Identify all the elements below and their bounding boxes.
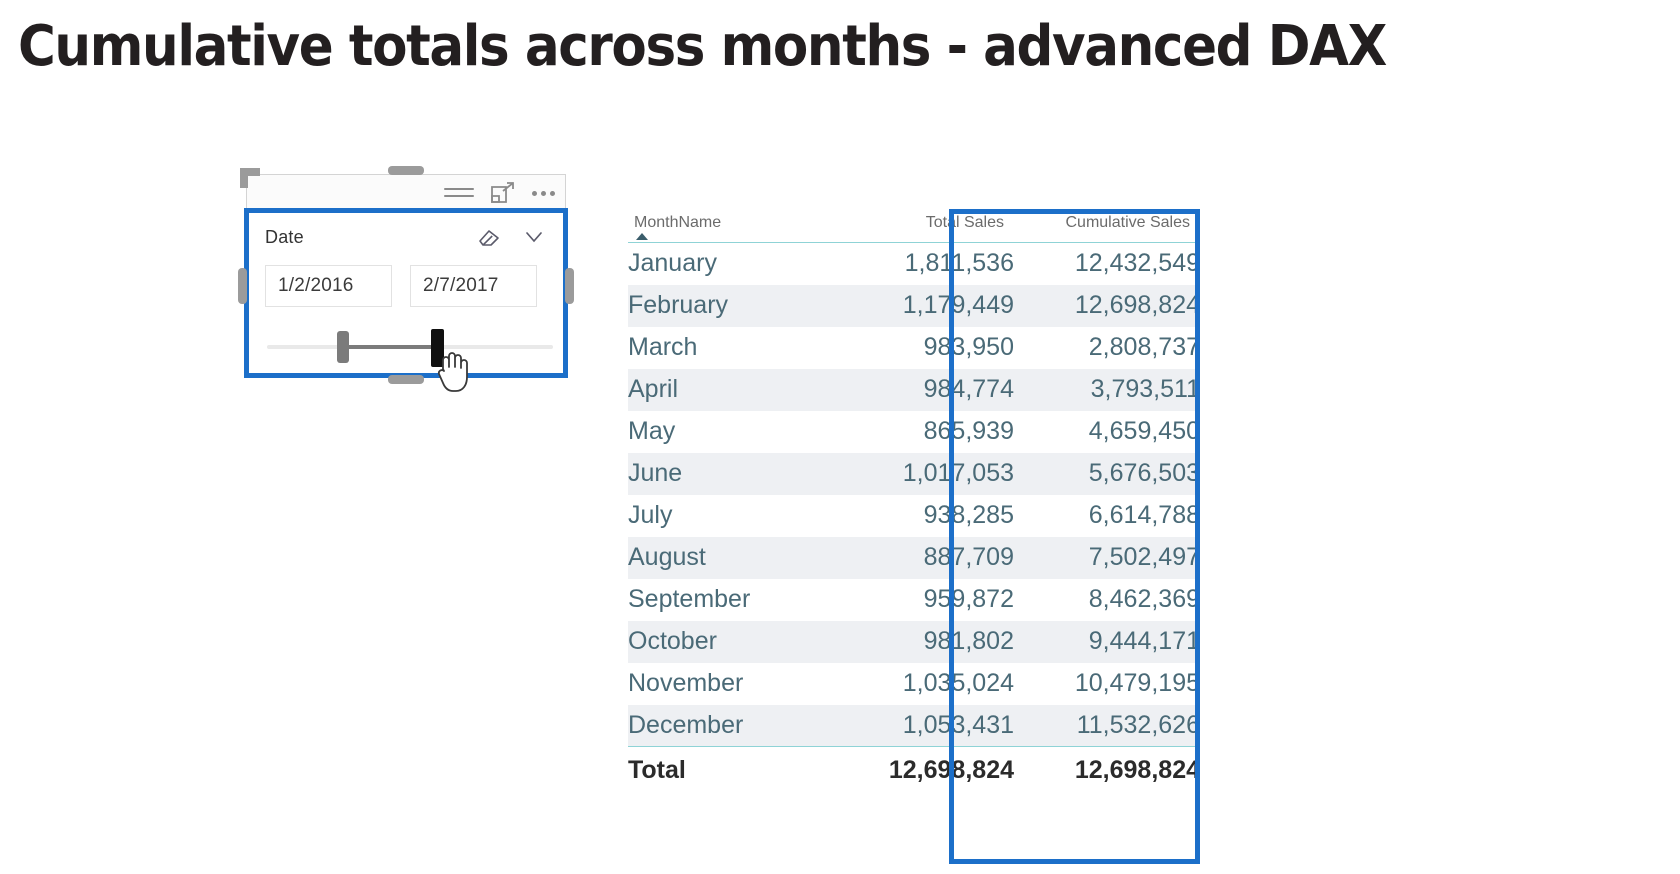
filter-icon[interactable] bbox=[444, 184, 474, 202]
date-slicer-visual[interactable]: Date 1/2/2016 2/7/2017 bbox=[238, 166, 574, 392]
table-row[interactable]: February 1,179,449 12,698,824 bbox=[628, 284, 1200, 327]
cell-total-sales: 984,774 bbox=[814, 368, 1014, 411]
table-row[interactable]: January 1,811,536 12,432,549 bbox=[628, 243, 1200, 285]
slider-handle-start[interactable] bbox=[337, 331, 349, 363]
cumulative-sales-table[interactable]: MonthName Total Sales Cumulative Sales J… bbox=[628, 209, 1200, 874]
cell-cumulative-sales: 4,659,450 bbox=[1088, 417, 1200, 445]
total-row-total-sales: 12,698,824 bbox=[814, 746, 1014, 795]
cell-total-sales: 1,053,431 bbox=[814, 704, 1014, 747]
cell-cumulative-sales: 6,614,788 bbox=[1088, 501, 1200, 529]
table-row[interactable]: July 938,285 6,614,788 bbox=[628, 495, 1200, 537]
cell-month: July bbox=[628, 501, 673, 529]
screenshot-canvas: Cumulative totals across months - advanc… bbox=[0, 0, 1680, 874]
table-body: January 1,811,536 12,432,549 February 1,179,… bbox=[628, 243, 1200, 747]
cell-cumulative-sales: 12,432,549 bbox=[1074, 249, 1200, 278]
cell-cumulative-sales: 8,462,369 bbox=[1088, 585, 1200, 613]
cell-cumulative-sales: 9,444,171 bbox=[1014, 620, 1200, 663]
slicer-header: Date bbox=[265, 227, 551, 255]
chevron-down-icon[interactable] bbox=[523, 226, 545, 248]
cell-cumulative-sales: 2,808,737 bbox=[1088, 333, 1200, 361]
table-row[interactable]: December 1,053,431 11,532,626 bbox=[628, 704, 1200, 747]
visual-header-icons bbox=[444, 179, 557, 207]
end-date-input[interactable]: 2/7/2017 bbox=[410, 265, 537, 307]
cell-month: November bbox=[628, 669, 744, 697]
selection-handle-bottom[interactable] bbox=[388, 375, 424, 384]
cell-month: August bbox=[628, 536, 814, 579]
slicer-body[interactable]: Date 1/2/2016 2/7/2017 bbox=[244, 208, 568, 392]
cell-month: February bbox=[628, 284, 814, 327]
table-row[interactable]: March 983,950 2,808,737 bbox=[628, 327, 1200, 369]
cell-cumulative-sales: 5,676,503 bbox=[1014, 452, 1200, 495]
table-row[interactable]: June 1,017,053 5,676,503 bbox=[628, 452, 1200, 495]
table-row[interactable]: October 981,802 9,444,171 bbox=[628, 620, 1200, 663]
cell-cumulative-sales: 3,793,511 bbox=[1014, 368, 1200, 411]
cell-month: December bbox=[628, 704, 814, 747]
cell-month: March bbox=[628, 333, 698, 361]
selection-handle-right[interactable] bbox=[565, 268, 574, 304]
focus-mode-icon[interactable] bbox=[490, 181, 516, 205]
page-title: Cumulative totals across months - advanc… bbox=[18, 14, 1387, 79]
cell-total-sales: 887,709 bbox=[814, 536, 1014, 579]
date-range-slider[interactable] bbox=[267, 325, 553, 392]
total-row-label: Total bbox=[628, 746, 814, 795]
visual-header-bar bbox=[246, 174, 566, 210]
cell-total-sales: 983,950 bbox=[923, 333, 1014, 361]
column-header-monthname[interactable]: MonthName bbox=[628, 210, 814, 243]
cell-total-sales: 981,802 bbox=[814, 620, 1014, 663]
cell-total-sales: 938,285 bbox=[923, 501, 1014, 529]
cell-total-sales: 959,872 bbox=[923, 585, 1014, 613]
cell-month: May bbox=[628, 417, 676, 445]
cell-month: June bbox=[628, 452, 814, 495]
cell-cumulative-sales: 12,698,824 bbox=[1014, 284, 1200, 327]
hand-pointer-cursor bbox=[435, 347, 475, 395]
column-header-monthname-label: MonthName bbox=[634, 214, 722, 231]
cell-cumulative-sales: 11,532,626 bbox=[1014, 704, 1200, 747]
cell-total-sales: 865,939 bbox=[923, 417, 1014, 445]
cell-month: April bbox=[628, 368, 814, 411]
column-header-cumulative-sales[interactable]: Cumulative Sales bbox=[1014, 210, 1200, 243]
slicer-field-label: Date bbox=[265, 227, 304, 247]
start-date-input[interactable]: 1/2/2016 bbox=[265, 265, 392, 307]
table-total-row: Total 12,698,824 12,698,824 bbox=[628, 746, 1200, 795]
cell-month: September bbox=[628, 585, 751, 613]
cell-cumulative-sales: 10,479,195 bbox=[1074, 669, 1200, 697]
selection-handle-left[interactable] bbox=[238, 268, 247, 304]
cell-total-sales: 1,035,024 bbox=[902, 669, 1014, 697]
cell-total-sales: 1,811,536 bbox=[904, 249, 1014, 278]
table-header-row: MonthName Total Sales Cumulative Sales bbox=[628, 210, 1200, 243]
table-row[interactable]: November 1,035,024 10,479,195 bbox=[628, 663, 1200, 705]
table-row[interactable]: August 887,709 7,502,497 bbox=[628, 536, 1200, 579]
slicer-date-inputs[interactable]: 1/2/2016 2/7/2017 bbox=[265, 265, 537, 307]
more-options-icon[interactable] bbox=[532, 190, 557, 196]
table-row[interactable]: May 865,939 4,659,450 bbox=[628, 411, 1200, 453]
cell-total-sales: 1,017,053 bbox=[814, 452, 1014, 495]
sort-ascending-icon bbox=[636, 233, 648, 240]
cell-cumulative-sales: 7,502,497 bbox=[1014, 536, 1200, 579]
eraser-clear-filter-icon[interactable] bbox=[477, 225, 501, 249]
total-row-cumulative-sales: 12,698,824 bbox=[1014, 746, 1200, 795]
cell-total-sales: 1,179,449 bbox=[814, 284, 1014, 327]
cell-month: October bbox=[628, 620, 814, 663]
slider-selected-range bbox=[345, 345, 437, 349]
table-row[interactable]: September 959,872 8,462,369 bbox=[628, 579, 1200, 621]
selection-handle-top[interactable] bbox=[388, 166, 424, 175]
table-row[interactable]: April 984,774 3,793,511 bbox=[628, 368, 1200, 411]
cell-month: January bbox=[628, 249, 717, 278]
column-header-total-sales[interactable]: Total Sales bbox=[814, 210, 1014, 243]
